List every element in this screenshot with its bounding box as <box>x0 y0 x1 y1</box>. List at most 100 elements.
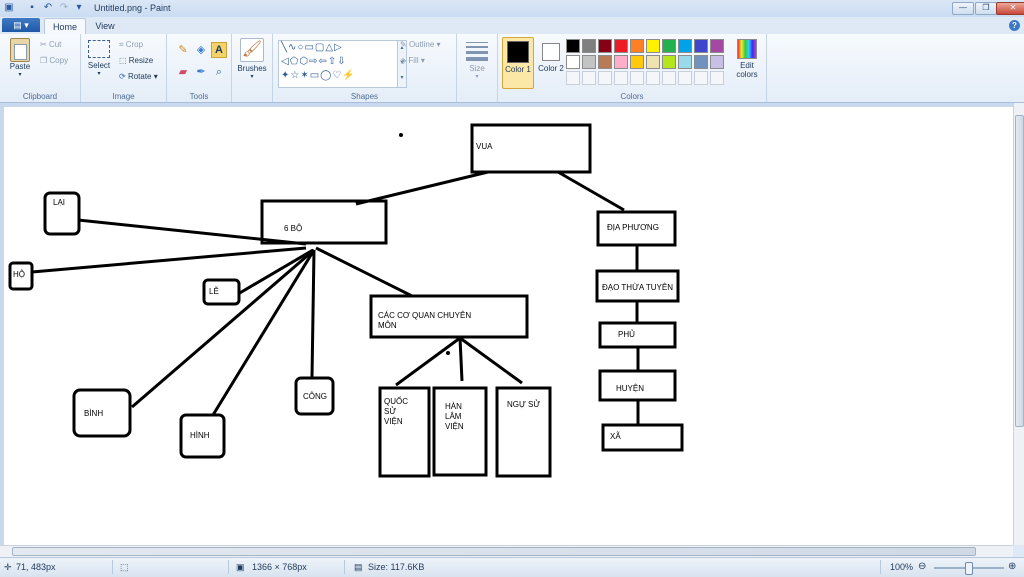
text-tool-icon[interactable]: A <box>211 42 227 58</box>
chevron-down-icon: ▾ <box>475 74 479 80</box>
redo-icon[interactable]: ↷ <box>58 2 70 14</box>
pencil-icon[interactable]: ✎ <box>175 42 191 58</box>
palette-swatch[interactable] <box>694 55 708 69</box>
custom-color-slot[interactable] <box>662 71 676 85</box>
ribbon: Paste ▾ ✂ Cut ❐ Copy Clipboard Select ▾ … <box>0 34 1024 103</box>
shapes-row-3: ✦☆✶▭◯♡⚡ <box>281 70 356 81</box>
palette-swatch[interactable] <box>678 39 692 53</box>
palette-swatch[interactable] <box>646 55 660 69</box>
horizontal-scrollbar[interactable] <box>0 545 1013 557</box>
brushes-button[interactable]: 🖌 Brushes ▾ <box>234 38 270 80</box>
paste-icon <box>10 38 30 62</box>
brush-icon: 🖌 <box>240 38 264 62</box>
palette-swatch[interactable] <box>598 39 612 53</box>
fill-button[interactable]: ◈ Fill ▾ <box>400 56 425 65</box>
crop-button[interactable]: ⌗ Crop <box>119 40 143 50</box>
resize-button[interactable]: ⬚ Resize <box>119 56 153 65</box>
outline-icon: ✎ <box>400 40 409 49</box>
file-menu-button[interactable]: ▤ ▾ <box>2 18 40 32</box>
custom-color-slot[interactable] <box>646 71 660 85</box>
save-icon[interactable]: ▪ <box>26 2 38 14</box>
rotate-button[interactable]: ⟳ Rotate ▾ <box>119 72 158 81</box>
ribbon-tabs: ▤ ▾ Home View ? <box>0 17 1024 35</box>
palette-swatch[interactable] <box>710 55 724 69</box>
color1-button[interactable]: Color 1 <box>502 37 534 89</box>
undo-icon[interactable]: ↶ <box>42 2 54 14</box>
zoom-slider-thumb[interactable] <box>965 562 973 575</box>
drawing-canvas[interactable]: VUA 6 BỘ LẠI HỘ LỄ BÌNH HÌNH CÔNG CÁC CƠ… <box>4 107 1013 545</box>
outline-button[interactable]: ✎ Outline ▾ <box>400 40 441 49</box>
tab-view[interactable]: View <box>88 18 122 34</box>
eraser-icon[interactable]: ▰ <box>175 64 191 80</box>
image-dimensions-icon: ▣ <box>236 562 245 572</box>
select-button[interactable]: Select ▾ <box>85 40 113 77</box>
cursor-position-icon: ✛ <box>4 562 12 572</box>
palette-swatch[interactable] <box>630 55 644 69</box>
shapes-label: Shapes <box>350 92 379 101</box>
palette-swatch[interactable] <box>710 39 724 53</box>
status-divider <box>344 560 345 574</box>
connector-vua-diaphuong <box>557 170 625 212</box>
palette-swatch[interactable] <box>678 55 692 69</box>
label-xa: XÃ <box>610 432 621 441</box>
image-dimensions: 1366 × 768px <box>252 562 307 572</box>
zoom-in-button[interactable]: ⊕ <box>1008 561 1016 572</box>
fill-bucket-icon[interactable]: ◈ <box>193 42 209 58</box>
colors-label: Colors <box>620 92 644 101</box>
custom-color-slot[interactable] <box>582 71 596 85</box>
edit-colors-button[interactable]: Edit colors <box>732 39 762 79</box>
custom-color-slot[interactable] <box>678 71 692 85</box>
color2-button[interactable]: Color 2 <box>536 37 566 89</box>
shapes-gallery[interactable]: ╲∿○▭▢△▷ ◁⬠⬡⇨⇦⇧⇩ ✦☆✶▭◯♡⚡ <box>278 40 400 88</box>
palette-swatch[interactable] <box>694 39 708 53</box>
palette-swatch[interactable] <box>614 39 628 53</box>
palette-swatch[interactable] <box>614 55 628 69</box>
palette-swatch[interactable] <box>646 39 660 53</box>
custom-color-slot[interactable] <box>630 71 644 85</box>
horizontal-scroll-thumb[interactable] <box>12 547 976 556</box>
paste-button[interactable]: Paste ▾ <box>6 38 34 78</box>
palette-swatch[interactable] <box>582 55 596 69</box>
color-picker-icon[interactable]: ✒ <box>193 64 209 80</box>
cut-button[interactable]: ✂ Cut <box>40 40 61 49</box>
paint-app-icon[interactable]: ▣ <box>3 2 15 14</box>
connector-quocsu <box>395 336 461 387</box>
customize-icon[interactable]: ▾ <box>73 2 85 14</box>
custom-color-slot[interactable] <box>614 71 628 85</box>
canvas-area: VUA 6 BỘ LẠI HỘ LỄ BÌNH HÌNH CÔNG CÁC CƠ… <box>0 103 1013 545</box>
file-size-icon: ▤ <box>354 562 363 572</box>
close-button[interactable]: ✕ <box>996 2 1024 15</box>
file-size: Size: 117.6KB <box>368 562 425 572</box>
maximize-button[interactable]: ❐ <box>975 2 997 15</box>
label-huyen: HUYỆN <box>616 384 645 393</box>
palette-swatch[interactable] <box>582 39 596 53</box>
palette-swatch[interactable] <box>566 55 580 69</box>
diagram-drawing <box>8 123 684 478</box>
copy-icon: ❐ <box>40 56 50 65</box>
palette-swatch[interactable] <box>662 55 676 69</box>
size-button[interactable]: Size ▾ <box>461 40 493 80</box>
palette-swatch[interactable] <box>598 55 612 69</box>
shapes-row-2: ◁⬠⬡⇨⇦⇧⇩ <box>281 56 347 67</box>
brushes-group: 🖌 Brushes ▾ <box>232 34 273 102</box>
magnifier-icon[interactable]: ⌕ <box>211 64 227 80</box>
zoom-out-button[interactable]: ⊖ <box>918 561 926 572</box>
copy-button[interactable]: ❐ Copy <box>40 56 68 65</box>
custom-color-slot[interactable] <box>694 71 708 85</box>
window-title: Untitled.png - Paint <box>94 3 171 13</box>
palette-swatch[interactable] <box>630 39 644 53</box>
custom-color-slot[interactable] <box>710 71 724 85</box>
help-icon[interactable]: ? <box>1009 20 1020 31</box>
custom-color-slot[interactable] <box>598 71 612 85</box>
custom-color-slot[interactable] <box>566 71 580 85</box>
label-phu: PHỦ <box>618 330 635 339</box>
palette-swatch[interactable] <box>662 39 676 53</box>
minimize-button[interactable]: — <box>952 2 974 15</box>
tab-home[interactable]: Home <box>44 18 86 35</box>
connector-cong <box>310 249 316 378</box>
palette-swatch[interactable] <box>566 39 580 53</box>
crop-icon: ⌗ <box>119 40 126 49</box>
label-6bo: 6 BỘ <box>284 224 303 233</box>
vertical-scrollbar[interactable] <box>1013 103 1024 545</box>
vertical-scroll-thumb[interactable] <box>1015 115 1024 427</box>
